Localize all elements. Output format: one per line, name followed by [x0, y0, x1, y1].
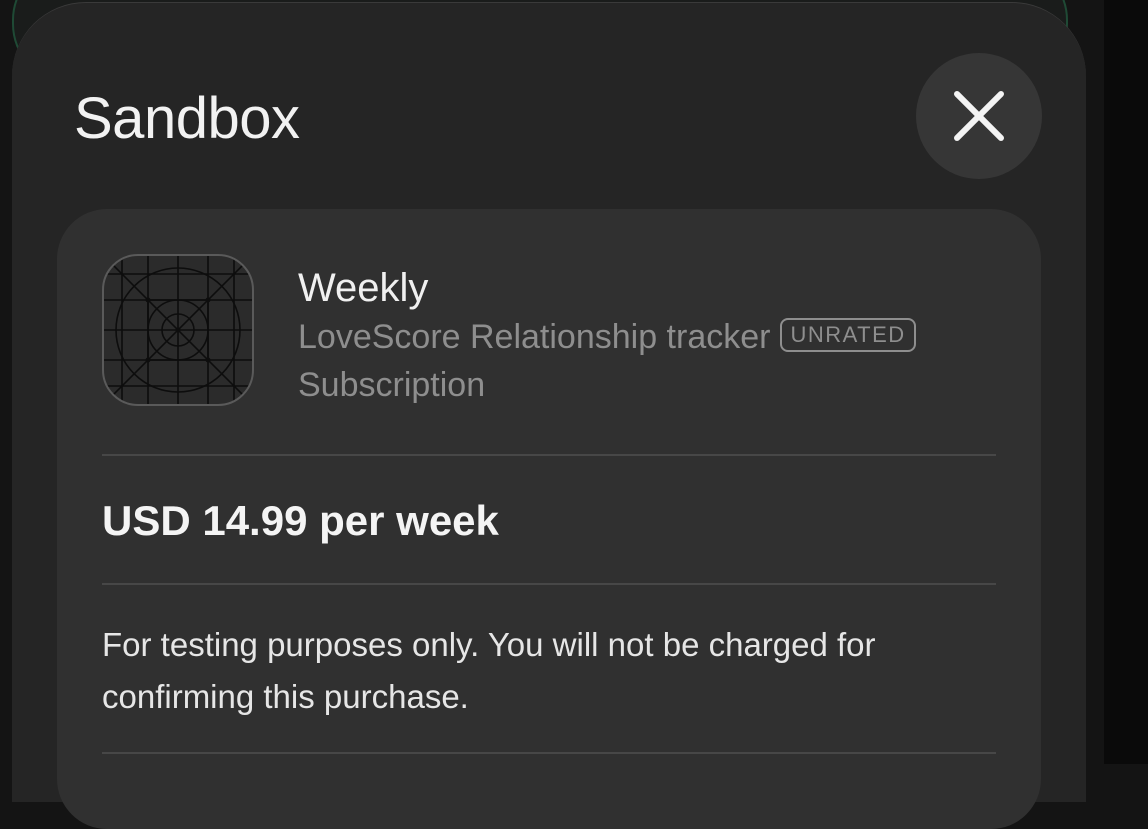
divider: [102, 583, 996, 585]
age-rating-badge: UNRATED: [780, 318, 916, 352]
app-icon-placeholder-grid: [104, 256, 252, 404]
sandbox-purchase-sheet: Sandbox Weekly LoveScore Relationship tr…: [12, 2, 1086, 829]
app-name-label: LoveScore Relationship tracker: [298, 318, 771, 356]
close-icon: [954, 91, 1004, 141]
product-name: Weekly: [298, 266, 429, 310]
app-name: LoveScore Relationship tracker UNRATED: [298, 317, 916, 357]
screen-edge: [1104, 0, 1148, 764]
app-icon: [102, 254, 254, 406]
product-type: Subscription: [298, 366, 486, 404]
divider: [102, 752, 996, 754]
close-button[interactable]: [916, 53, 1042, 179]
sandbox-notice: For testing purposes only. You will not …: [102, 626, 876, 715]
divider: [102, 454, 996, 456]
purchase-card: Weekly LoveScore Relationship tracker UNR…: [57, 209, 1041, 829]
price-label: USD 14.99 per week: [102, 497, 499, 544]
sheet-title: Sandbox: [74, 86, 300, 151]
